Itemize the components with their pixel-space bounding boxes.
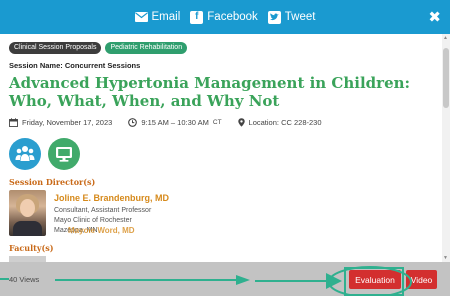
tag-clinical-session-proposals[interactable]: Clinical Session Proposals	[9, 42, 102, 54]
share-bar: Email f Facebook Tweet ✖	[0, 0, 450, 34]
tweet-share-link[interactable]: Tweet	[267, 10, 316, 24]
tag-list: Clinical Session Proposals Pediatric Reh…	[9, 42, 442, 54]
twitter-icon	[267, 10, 281, 24]
scrollbar[interactable]: ▲ ▼	[442, 34, 450, 262]
view-count: 40 Views	[9, 275, 40, 284]
session-location: Location: CC 228-230	[248, 117, 322, 127]
calendar-icon	[9, 117, 18, 127]
tag-pediatric-rehabilitation[interactable]: Pediatric Rehabilitation	[105, 42, 188, 54]
footer-bar: 40 Views Evaluation Video	[0, 262, 450, 296]
session-directors-heading: Session Director(s)	[9, 176, 96, 187]
director-organization: Mayo Clinic of Rochester	[54, 216, 132, 224]
faculty-name-partial[interactable]: Mayoie Word, MD	[68, 226, 135, 235]
presentation-screen-icon	[48, 137, 80, 170]
video-button[interactable]: Video	[406, 270, 437, 289]
envelope-icon	[134, 12, 148, 22]
session-time: 9:15 AM – 10:30 AM	[141, 117, 209, 127]
director-photo	[9, 189, 46, 236]
session-format-icons	[9, 137, 442, 170]
scroll-thumb[interactable]	[443, 48, 449, 108]
email-share-link[interactable]: Email	[134, 11, 181, 23]
group-icon	[9, 137, 41, 170]
tweet-label: Tweet	[284, 11, 316, 23]
faculty-heading: Faculty(s)	[9, 242, 54, 253]
director-role: Consultant, Assistant Professor	[54, 206, 152, 214]
clock-icon	[128, 117, 138, 127]
facebook-icon: f	[190, 10, 204, 24]
evaluation-button[interactable]: Evaluation	[349, 270, 401, 289]
session-timezone: CT	[212, 118, 222, 126]
scroll-up-arrow-icon[interactable]: ▲	[443, 35, 448, 41]
close-icon[interactable]: ✖	[428, 8, 441, 26]
session-details: Clinical Session Proposals Pediatric Reh…	[0, 34, 442, 262]
session-title: Advanced Hypertonia Management in Childr…	[9, 73, 411, 110]
facebook-label: Facebook	[207, 11, 258, 23]
session-name: Session Name: Concurrent Sessions	[9, 60, 141, 70]
email-label: Email	[151, 11, 181, 23]
session-date: Friday, November 17, 2023	[22, 117, 113, 127]
scroll-down-arrow-icon[interactable]: ▼	[443, 255, 448, 261]
map-pin-icon	[237, 117, 245, 127]
director-name[interactable]: Joline E. Brandenburg, MD	[54, 193, 169, 203]
session-meta: Friday, November 17, 2023 9:15 AM – 10:3…	[9, 118, 442, 127]
facebook-share-link[interactable]: f Facebook	[190, 10, 258, 24]
